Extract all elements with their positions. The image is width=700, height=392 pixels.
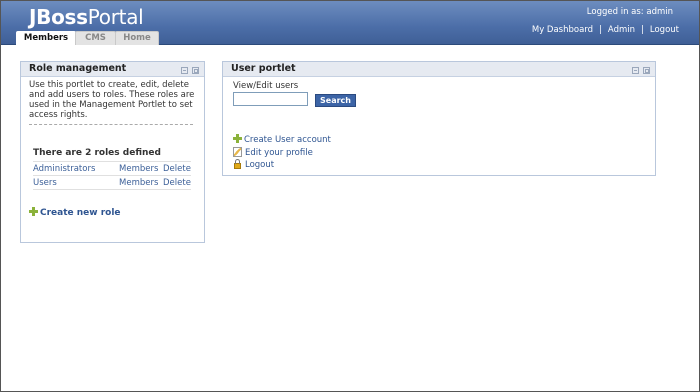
divider <box>29 124 193 125</box>
header-bar: JBossPortal Logged in as: admin My Dashb… <box>1 1 699 46</box>
role-delete-link[interactable]: Delete <box>163 164 191 174</box>
tab-home[interactable]: Home <box>115 31 159 45</box>
role-members-link[interactable]: Members <box>119 178 158 188</box>
portlet-title-bar: Role management <box>21 62 204 77</box>
portlet-title: Role management <box>29 63 127 74</box>
link-separator: | <box>599 25 602 35</box>
logout-action-link[interactable]: Logout <box>233 159 274 170</box>
portlet-title: User portlet <box>231 63 296 74</box>
minimize-icon[interactable] <box>181 67 188 74</box>
plus-icon <box>233 134 242 143</box>
role-management-portlet: Role management Use this portlet to crea… <box>20 61 205 243</box>
portlet-controls <box>628 65 650 79</box>
tab-members[interactable]: Members <box>16 31 76 46</box>
logged-in-status: Logged in as: admin <box>586 7 673 17</box>
role-delete-link[interactable]: Delete <box>163 178 191 188</box>
logout-link[interactable]: Logout <box>650 25 679 35</box>
user-search-input[interactable] <box>233 92 308 106</box>
link-separator: | <box>641 25 644 35</box>
maximize-icon[interactable] <box>643 67 650 74</box>
edit-icon <box>233 147 242 157</box>
role-members-link[interactable]: Members <box>119 164 158 174</box>
role-description: Use this portlet to create, edit, delete… <box>29 80 195 120</box>
role-name-link[interactable]: Users <box>33 178 57 188</box>
search-button[interactable]: Search <box>315 94 356 107</box>
lock-icon <box>233 159 242 169</box>
roles-count-heading: There are 2 roles defined <box>33 148 161 158</box>
tab-cms[interactable]: CMS <box>75 31 116 45</box>
table-row: Users Members Delete <box>33 175 191 190</box>
create-new-role-link[interactable]: Create new role <box>29 207 121 218</box>
minimize-icon[interactable] <box>632 67 639 74</box>
view-edit-users-label: View/Edit users <box>233 81 299 91</box>
create-user-account-link[interactable]: Create User account <box>233 134 331 145</box>
edit-profile-link[interactable]: Edit your profile <box>233 147 313 158</box>
user-portlet: User portlet View/Edit users Search Crea… <box>222 61 656 176</box>
portlet-controls <box>177 65 199 79</box>
top-links: My Dashboard | Admin | Logout <box>532 25 679 35</box>
role-name-link[interactable]: Administrators <box>33 164 95 174</box>
table-row: Administrators Members Delete <box>33 161 191 175</box>
portlet-title-bar: User portlet <box>223 62 655 77</box>
my-dashboard-link[interactable]: My Dashboard <box>532 25 593 35</box>
maximize-icon[interactable] <box>192 67 199 74</box>
plus-icon <box>29 207 38 216</box>
jboss-portal-logo[interactable]: JBossPortal <box>29 5 144 29</box>
admin-link[interactable]: Admin <box>608 25 635 35</box>
